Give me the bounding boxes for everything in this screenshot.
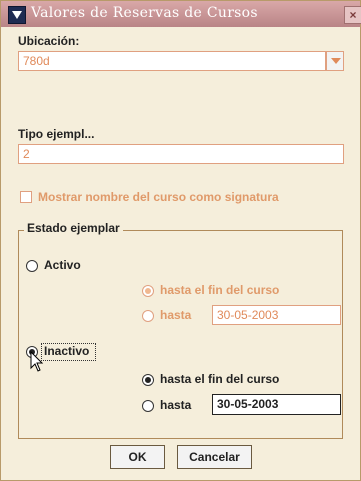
app-icon [8,6,26,24]
chevron-down-icon[interactable] [326,51,344,71]
activo-hasta-label: hasta [160,308,192,322]
ok-button[interactable]: OK [110,445,165,469]
activo-fin-label: hasta el fin del curso [160,283,280,297]
activo-fin-radio[interactable] [142,285,154,297]
activo-hasta-radio[interactable] [142,310,154,322]
activo-label: Activo [44,258,81,272]
inactivo-date-field[interactable]: 30-05-2003 [212,394,341,415]
cancel-button[interactable]: Cancelar [177,445,252,469]
estado-legend: Estado ejemplar [24,221,123,235]
activo-radio[interactable] [26,260,38,272]
mostrar-label: Mostrar nombre del curso como signatura [38,190,279,204]
ubicacion-combo[interactable]: 780d [18,51,326,71]
inactivo-label: Inactivo [44,344,90,358]
inactivo-fin-radio[interactable] [142,374,154,386]
mostrar-checkbox[interactable] [20,191,32,203]
inactivo-hasta-radio[interactable] [142,400,154,412]
mouse-pointer-icon [30,351,44,372]
reservas-dialog: Valores de Reservas de Cursos × Ubicació… [0,0,361,481]
title-bar[interactable]: Valores de Reservas de Cursos × [1,1,361,27]
window-title: Valores de Reservas de Cursos [31,5,258,21]
inactivo-hasta-label: hasta [160,398,192,412]
activo-date-field[interactable]: 30-05-2003 [212,305,341,325]
tipo-label: Tipo ejempl... [18,127,95,141]
tipo-field[interactable]: 2 [18,144,344,164]
ubicacion-label: Ubicación: [18,34,80,48]
close-button[interactable]: × [344,6,361,24]
inactivo-fin-label: hasta el fin del curso [160,372,280,386]
